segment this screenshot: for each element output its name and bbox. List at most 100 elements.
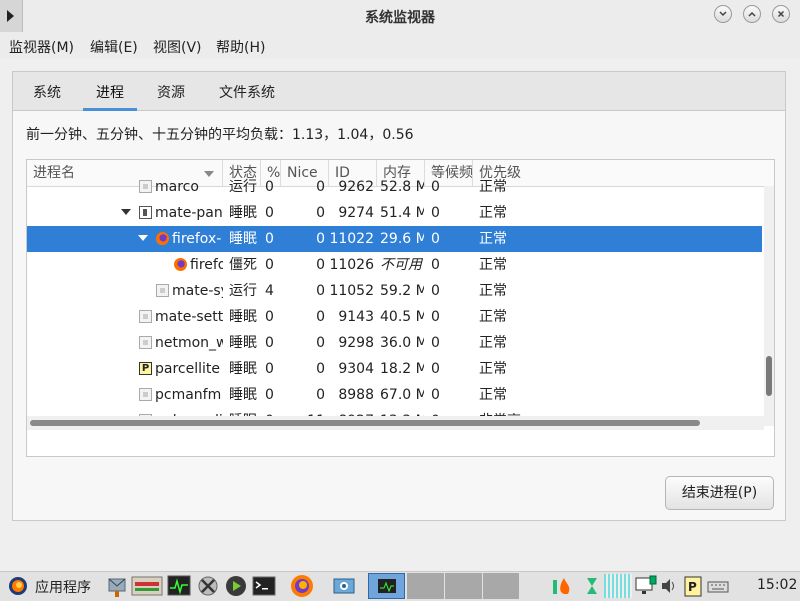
process-memory: 不可用 (380, 257, 422, 273)
firewall-icon[interactable] (552, 574, 580, 598)
process-memory: 59.2 M (380, 283, 424, 299)
clipboard-icon[interactable]: P (683, 574, 703, 598)
menu-bar: 监视器(M) 编辑(E) 视图(V) 帮助(H) (0, 32, 800, 58)
load-average: 前一分钟、五分钟、十五分钟的平均负载：1.13，1.04，0.56 (26, 127, 414, 143)
workspace-1[interactable] (368, 573, 405, 599)
volume-icon[interactable] (660, 574, 676, 598)
workspace-4[interactable] (483, 573, 519, 599)
process-id: 8988 (338, 387, 374, 403)
process-row[interactable]: mate-setti 睡眠 0 0 9143 40.5 M 0 正常 (27, 304, 762, 330)
process-status: 睡眠 (229, 361, 257, 377)
process-waiting-channel: 0 (431, 179, 440, 195)
process-row[interactable]: pcmanfm 睡眠 0 0 8988 67.0 M 0 正常 (27, 382, 762, 408)
process-cpu: 0 (265, 231, 274, 247)
process-icon (139, 310, 152, 323)
process-nice: 0 (316, 361, 325, 377)
media-player-icon[interactable] (224, 574, 248, 598)
close-button[interactable] (772, 5, 790, 23)
taskbar: 应用程序 P 15:02 (0, 571, 800, 601)
menu-help[interactable]: 帮助(H) (216, 37, 265, 57)
window-titlebar: 系统监视器 (0, 0, 800, 32)
cpu-graph-icon[interactable] (604, 574, 632, 598)
process-icon (174, 258, 187, 271)
screenshot-icon[interactable] (332, 574, 356, 598)
process-cpu: 0 (265, 361, 274, 377)
keyboard-icon[interactable] (707, 574, 729, 598)
process-waiting-channel: 0 (431, 257, 440, 273)
process-memory: 51.4 M (380, 205, 424, 221)
process-row[interactable]: mate-pane 睡眠 0 0 9274 51.4 M 0 正常 (27, 200, 762, 226)
menu-view[interactable]: 视图(V) (153, 37, 202, 57)
display-icon[interactable] (634, 574, 658, 598)
process-row[interactable]: firefo 僵死 0 0 11026 不可用 0 正常 (27, 252, 762, 278)
process-nice: 0 (316, 257, 325, 273)
process-status: 睡眠 (229, 387, 257, 403)
end-process-button[interactable]: 结束进程(P) (665, 476, 774, 510)
maximize-icon (748, 11, 756, 17)
sound-recorder-icon[interactable] (131, 574, 163, 598)
tree-expander-icon[interactable] (138, 235, 148, 241)
minimize-button[interactable] (714, 5, 732, 23)
system-monitor-icon[interactable] (167, 574, 191, 598)
tab-bar: 系统 进程 资源 文件系统 (13, 72, 785, 111)
process-priority: 正常 (479, 283, 507, 299)
process-id: 9298 (338, 335, 374, 351)
process-icon: P (139, 362, 152, 375)
tools-icon[interactable] (196, 574, 220, 598)
process-status: 运行 (229, 283, 257, 299)
process-cpu: 0 (265, 179, 274, 195)
vertical-scrollbar[interactable] (764, 186, 774, 426)
process-id: 9274 (338, 205, 374, 221)
process-row[interactable]: mate-sy运行401105259.2 M0正常 (27, 278, 762, 304)
menu-edit[interactable]: 编辑(E) (90, 37, 138, 57)
process-row[interactable]: firefox- 睡眠 0 0 11022 29.6 M 0 正常 (27, 226, 762, 252)
workspace-2[interactable] (407, 573, 444, 599)
process-nice: 0 (316, 205, 325, 221)
process-id: 9304 (338, 361, 374, 377)
clock[interactable]: 15:02 (757, 577, 797, 593)
terminal-icon[interactable] (252, 574, 276, 598)
process-row[interactable]: netmon_w 睡眠 0 0 9298 36.0 M 0 正常 (27, 330, 762, 356)
vertical-scrollbar-thumb[interactable] (766, 356, 772, 396)
workspace-3[interactable] (445, 573, 482, 599)
network-icon[interactable] (585, 574, 599, 598)
process-cpu: 0 (265, 387, 274, 403)
mail-icon[interactable] (107, 574, 127, 598)
process-nice: 0 (316, 387, 325, 403)
process-nice: 0 (316, 309, 325, 325)
app-menu-label[interactable]: 应用程序 (35, 577, 91, 597)
process-cpu: 0 (265, 257, 274, 273)
process-id: 9262 (338, 179, 374, 195)
horizontal-scrollbar-thumb[interactable] (30, 420, 700, 426)
process-nice: 0 (316, 335, 325, 351)
tree-expander-icon[interactable] (121, 209, 131, 215)
tab-system[interactable]: 系统 (33, 82, 61, 102)
process-id: 11026 (329, 257, 374, 273)
process-row[interactable]: marco 运行 0 0 9262 52.8 M 0 正常 (27, 174, 762, 200)
process-id: 11022 (329, 231, 374, 247)
process-name: firefo (190, 257, 223, 273)
process-priority: 正常 (479, 179, 507, 195)
app-menu-icon[interactable] (8, 576, 28, 600)
workspace-window-thumbnail-icon (378, 579, 396, 593)
notebook: 系统 进程 资源 文件系统 前一分钟、五分钟、十五分钟的平均负载：1.13，1.… (12, 71, 786, 521)
process-tree[interactable]: 进程名 状态 % Nice ID 内存 等候频 优先级 marco 运行 0 0 926… (26, 159, 775, 457)
process-priority: 正常 (479, 387, 507, 403)
tab-filesystems[interactable]: 文件系统 (219, 82, 275, 102)
tab-processes[interactable]: 进程 (96, 82, 124, 102)
menu-monitor[interactable]: 监视器(M) (9, 37, 74, 57)
process-icon (156, 284, 169, 297)
process-name: netmon_w (155, 335, 223, 351)
process-nice: 0 (316, 179, 325, 195)
process-status: 睡眠 (229, 231, 257, 247)
maximize-button[interactable] (743, 5, 761, 23)
firefox-icon[interactable] (290, 574, 314, 598)
close-icon (777, 10, 785, 18)
process-memory: 40.5 M (380, 309, 424, 325)
horizontal-scrollbar[interactable] (27, 416, 764, 430)
process-icon (139, 180, 152, 193)
tab-resources[interactable]: 资源 (157, 82, 185, 102)
process-row[interactable]: Pparcellite 睡眠 0 0 9304 18.2 M 0 正常 (27, 356, 762, 382)
process-priority: 正常 (479, 205, 507, 221)
process-status: 睡眠 (229, 205, 257, 221)
